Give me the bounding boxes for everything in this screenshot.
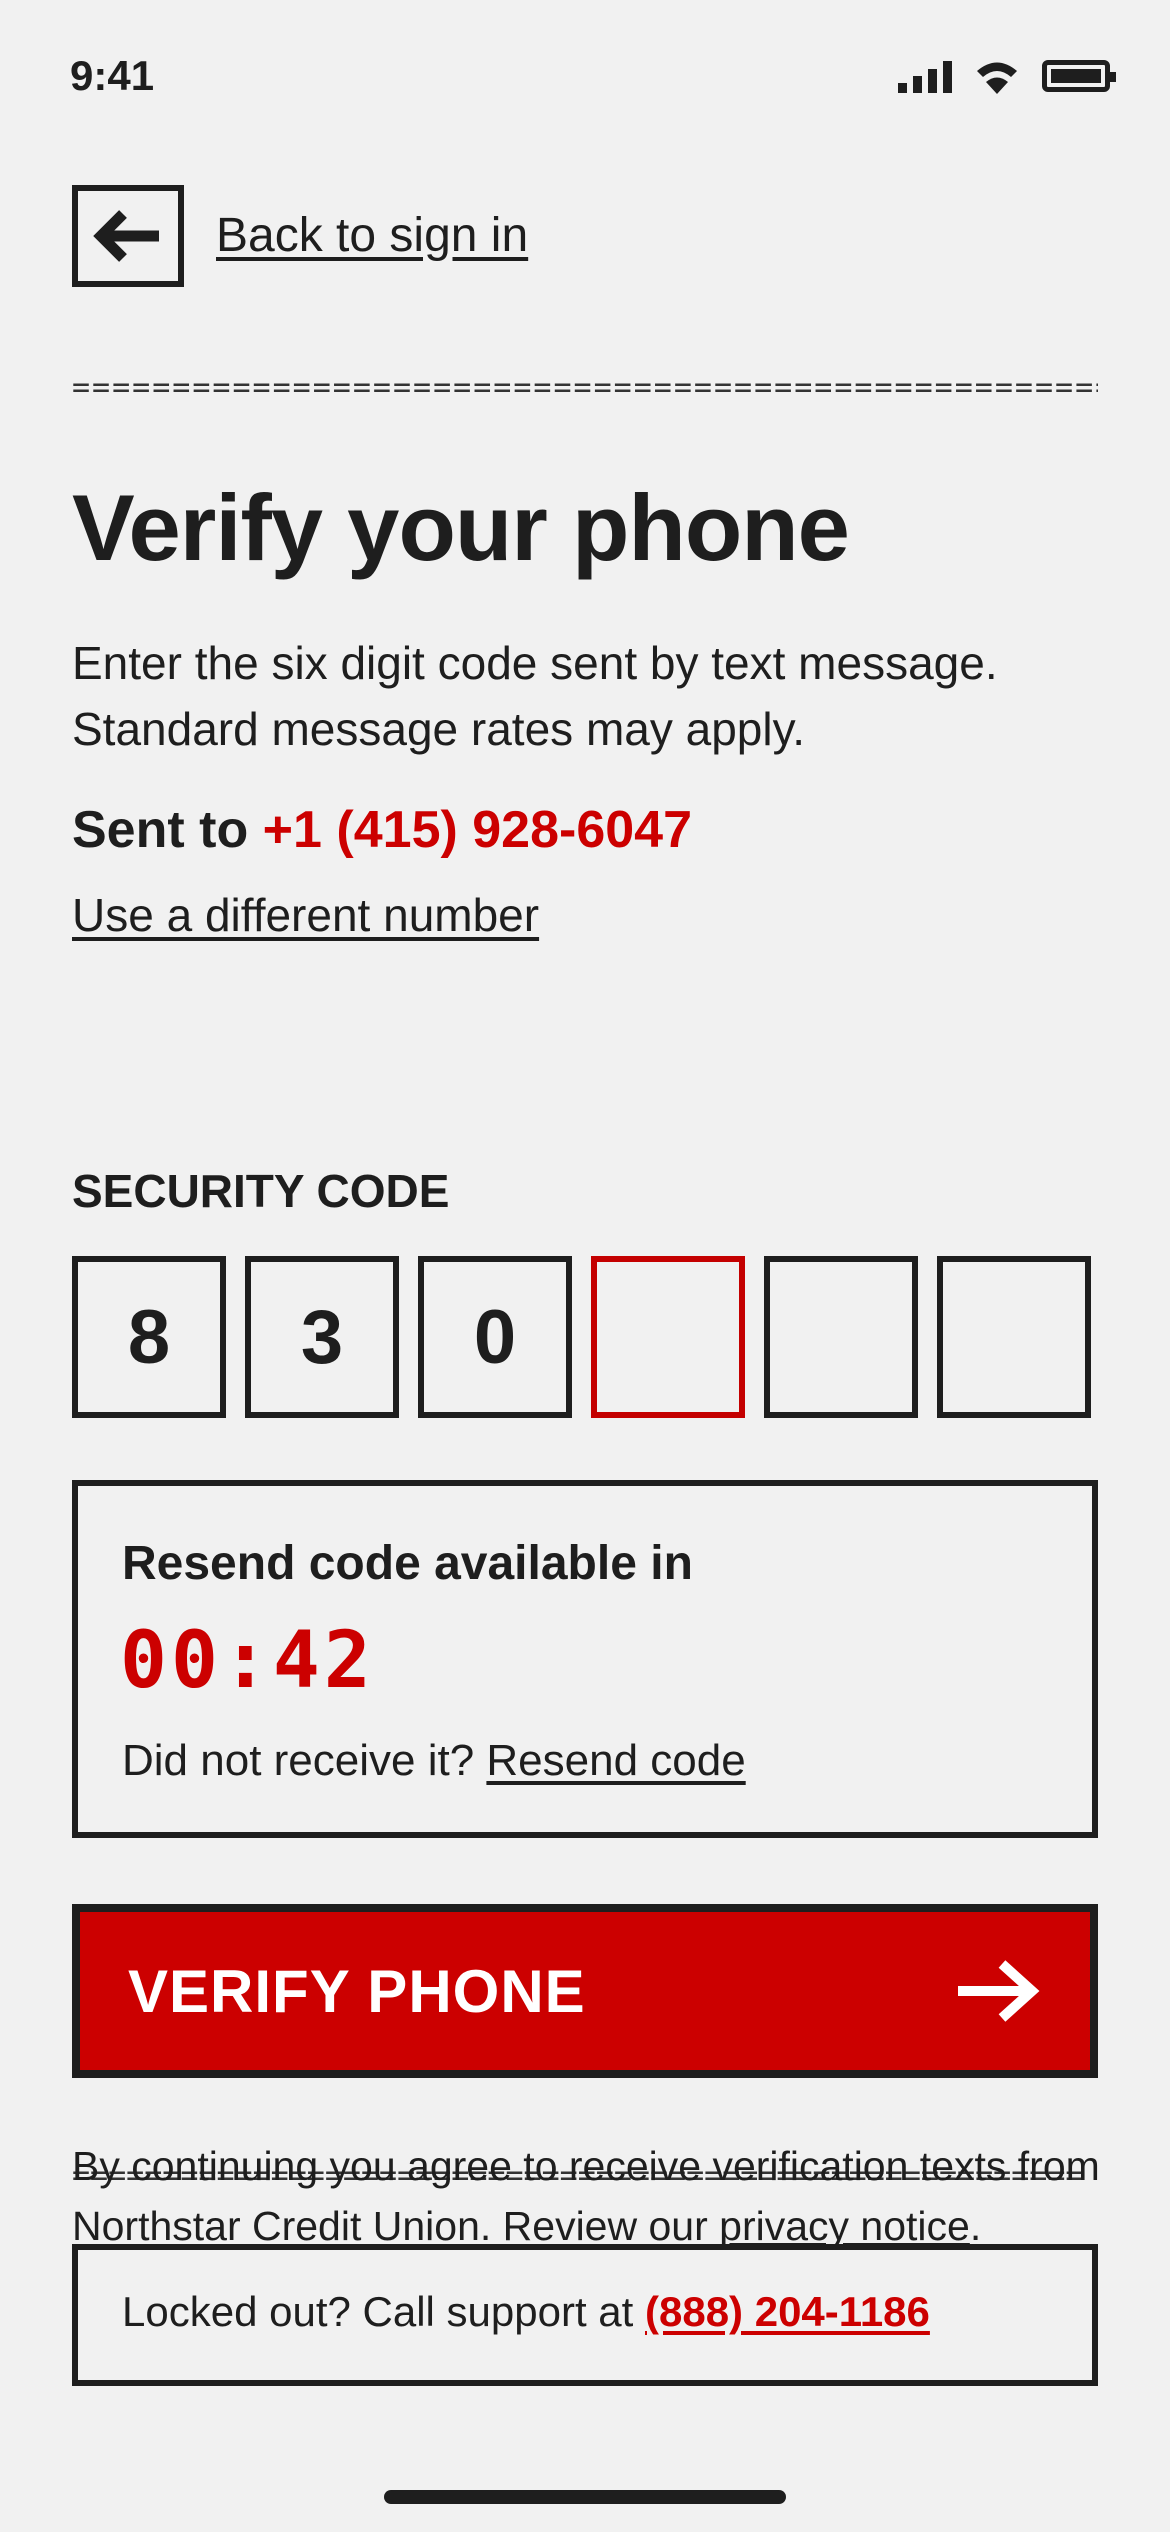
verify-phone-label: VERIFY PHONE [128, 1957, 586, 2025]
privacy-notice-link[interactable]: privacy notice [719, 2203, 970, 2249]
resend-prompt-line: Did not receive it? Resend code [122, 1736, 746, 1786]
back-button[interactable] [72, 185, 184, 287]
sent-to-phone: +1 (415) 928-6047 [262, 801, 693, 859]
battery-icon [1042, 60, 1116, 92]
sent-to-line: Sent to +1 (415) 928-6047 [72, 800, 692, 860]
arrow-left-icon [93, 210, 159, 262]
double-rule-divider: ========================================… [72, 378, 1098, 398]
dashed-rule-divider: ________________________________________… [72, 1024, 1098, 1054]
resend-code-link[interactable]: Resend code [486, 1736, 745, 1785]
cellular-signal-icon [898, 59, 952, 93]
home-indicator [384, 2490, 786, 2504]
code-digit-4[interactable] [591, 1256, 745, 1418]
status-icons [898, 58, 1116, 94]
resend-card: Resend code available in 00:42 Did not r… [72, 1480, 1098, 1838]
support-card: Locked out? Call support at (888) 204-11… [72, 2244, 1098, 2386]
resend-timer: 00:42 [120, 1616, 375, 1706]
arrow-right-icon [958, 1960, 1040, 2022]
code-digit-6[interactable] [937, 1256, 1091, 1418]
support-phone-link[interactable]: (888) 204-1186 [645, 2288, 930, 2335]
code-digit-1[interactable]: 8 [72, 1256, 226, 1418]
back-to-sign-in-link[interactable]: Back to sign in [216, 208, 528, 263]
support-text: Locked out? Call support at [122, 2288, 634, 2335]
support-line: Locked out? Call support at (888) 204-11… [122, 2288, 930, 2336]
code-digit-3[interactable]: 0 [418, 1256, 572, 1418]
page-description: Enter the six digit code sent by text me… [72, 637, 998, 755]
page-title: Verify your phone [72, 475, 850, 580]
code-digit-2[interactable]: 3 [245, 1256, 399, 1418]
legal-text: By continuing you agree to receive verif… [72, 2136, 1112, 2256]
security-code-inputs: 8 3 0 [72, 1256, 1091, 1418]
code-digit-5[interactable] [764, 1256, 918, 1418]
legal-end: . [969, 2203, 982, 2249]
resend-prompt: Did not receive it? [122, 1736, 475, 1785]
security-code-label: SECURITY CODE [72, 1165, 450, 1217]
sent-to-label: Sent to [72, 801, 249, 859]
verify-phone-button[interactable]: VERIFY PHONE [72, 1904, 1098, 2078]
resend-title: Resend code available in [122, 1537, 693, 1590]
wifi-icon [977, 62, 1017, 94]
use-different-number-link[interactable]: Use a different number [72, 888, 539, 942]
status-time: 9:41 [70, 52, 155, 99]
